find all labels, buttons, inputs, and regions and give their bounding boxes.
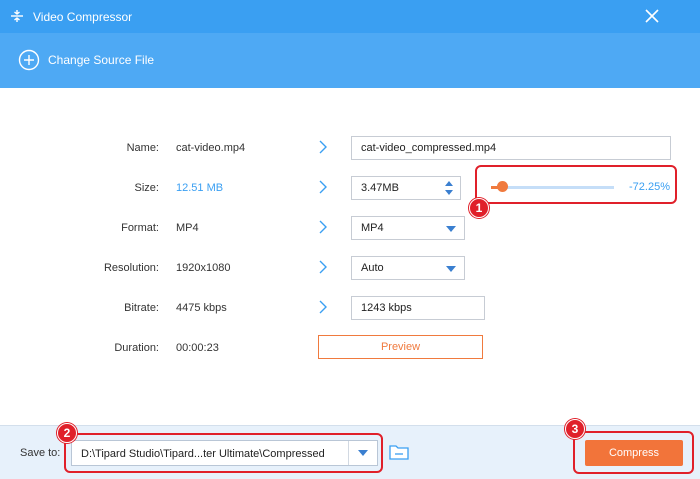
- folder-icon[interactable]: [389, 443, 409, 461]
- output-name-value: cat-video_compressed.mp4: [361, 142, 497, 154]
- output-size-stepper[interactable]: 3.47MB: [351, 176, 461, 200]
- close-button[interactable]: [639, 4, 665, 28]
- callout-box-size-slider: [475, 165, 677, 204]
- window-title: Video Compressor: [33, 10, 133, 24]
- title-bar: Video Compressor: [0, 0, 700, 33]
- preview-button[interactable]: Preview: [318, 335, 483, 359]
- bitrate-label: Bitrate:: [124, 302, 159, 314]
- source-size: 12.51 MB: [176, 182, 224, 194]
- size-spinner[interactable]: [440, 177, 460, 199]
- source-duration: 00:00:23: [176, 342, 219, 354]
- duration-label: Duration:: [114, 342, 159, 354]
- plus-circle-icon: [18, 49, 40, 71]
- output-name-input[interactable]: cat-video_compressed.mp4: [351, 136, 671, 160]
- format-label: Format:: [121, 222, 159, 234]
- format-selected-value: MP4: [361, 222, 384, 234]
- format-select[interactable]: MP4: [351, 216, 465, 240]
- chevron-right-icon: [319, 220, 327, 234]
- dropdown-arrow-icon: [446, 266, 456, 272]
- resolution-label: Resolution:: [103, 262, 159, 274]
- callout-badge-3: 3: [565, 419, 585, 439]
- output-size-value: 3.47MB: [361, 182, 399, 194]
- size-label: Size:: [134, 182, 159, 194]
- source-format: MP4: [176, 222, 199, 234]
- callout-box-save-path: [64, 433, 383, 473]
- callout-box-compress: [573, 431, 694, 474]
- spin-down-icon[interactable]: [445, 190, 453, 195]
- toolbar: Change Source File: [0, 33, 700, 88]
- output-bitrate-value: 1243 kbps: [361, 302, 412, 314]
- dropdown-arrow-icon: [446, 226, 456, 232]
- source-name: cat-video.mp4: [176, 142, 246, 154]
- compressor-icon: [11, 10, 23, 22]
- chevron-right-icon: [319, 260, 327, 274]
- save-to-label: Save to:: [20, 447, 61, 459]
- name-label: Name:: [126, 142, 159, 154]
- resolution-select[interactable]: Auto: [351, 256, 465, 280]
- spin-up-icon[interactable]: [445, 181, 453, 186]
- chevron-right-icon: [319, 140, 327, 154]
- output-bitrate-input[interactable]: 1243 kbps: [351, 296, 485, 320]
- source-resolution: 1920x1080: [176, 262, 231, 274]
- chevron-right-icon: [319, 300, 327, 314]
- callout-badge-1: 1: [469, 198, 489, 218]
- chevron-right-icon: [319, 180, 327, 194]
- callout-badge-2: 2: [57, 423, 77, 443]
- source-bitrate: 4475 kbps: [176, 302, 227, 314]
- close-icon: [645, 9, 659, 23]
- change-source-file-label: Change Source File: [48, 53, 155, 67]
- resolution-selected-value: Auto: [361, 262, 384, 274]
